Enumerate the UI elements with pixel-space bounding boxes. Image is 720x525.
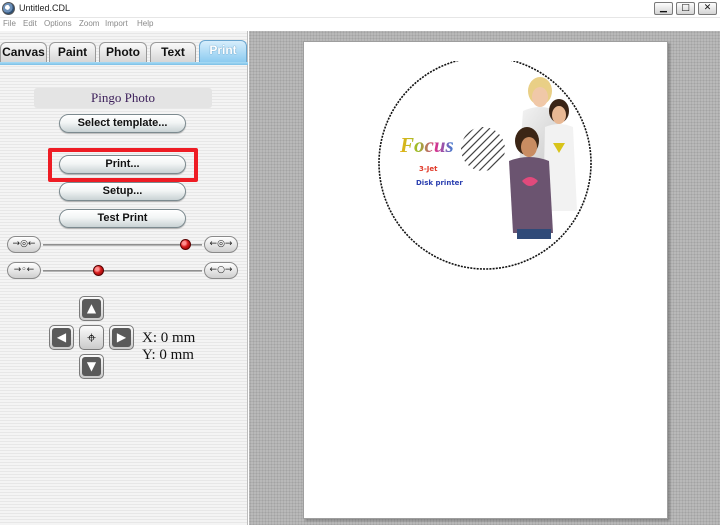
menu-edit[interactable]: Edit (23, 19, 37, 28)
maximize-button[interactable]: □ (676, 2, 695, 15)
tab-text[interactable]: Text (150, 42, 196, 62)
tab-paint[interactable]: Paint (49, 42, 96, 62)
arrow-left-icon[interactable]: ◀ (49, 325, 74, 350)
size-slider-track[interactable] (43, 244, 202, 246)
select-template-button[interactable]: Select template... (59, 114, 186, 133)
close-button[interactable]: ✕ (698, 2, 717, 15)
app-icon (2, 2, 15, 15)
y-coordinate: Y: 0 mm (142, 347, 194, 363)
menu-bar: File Edit Options Zoom Import Help (0, 18, 720, 31)
zoom-out-icon[interactable]: ←◎→ (204, 236, 238, 253)
tab-photo[interactable]: Photo (99, 42, 147, 62)
menu-zoom[interactable]: Zoom (79, 19, 99, 28)
arrow-right-icon[interactable]: ▶ (109, 325, 134, 350)
control-panel: Canvas Paint Photo Text Print Pingo Phot… (0, 31, 248, 525)
arrow-down-icon[interactable]: ▼ (79, 354, 104, 379)
disc-subtitle-1: 3-Jet (419, 165, 438, 173)
offset-slider-knob[interactable] (92, 265, 104, 276)
disc-brand-logo: Focus (400, 133, 454, 157)
menu-import[interactable]: Import (105, 19, 128, 28)
tab-strip-underline (0, 62, 248, 65)
minimize-button[interactable]: ▁ (654, 2, 673, 15)
menu-help[interactable]: Help (137, 19, 153, 28)
menu-file[interactable]: File (3, 19, 16, 28)
grow-icon[interactable]: ←○→ (204, 262, 238, 279)
offset-slider-track[interactable] (43, 270, 202, 272)
tab-canvas[interactable]: Canvas (0, 42, 47, 62)
arrow-up-icon[interactable]: ▲ (79, 296, 104, 321)
disc-subtitle-2: Disk printer (416, 179, 463, 187)
menu-options[interactable]: Options (44, 19, 72, 28)
title-bar: Untitled.CDL ▁ □ ✕ (0, 0, 720, 18)
test-print-button[interactable]: Test Print (59, 209, 186, 228)
size-slider-knob[interactable] (180, 239, 192, 250)
tab-print[interactable]: Print (199, 40, 247, 62)
crosshair-icon[interactable]: ⌖ (79, 325, 104, 350)
window-title: Untitled.CDL (19, 3, 71, 13)
template-name-label: Pingo Photo (34, 88, 212, 108)
zoom-in-icon[interactable]: →◎← (7, 236, 41, 253)
setup-button[interactable]: Setup... (59, 182, 186, 201)
x-coordinate: X: 0 mm (142, 330, 196, 346)
shrink-icon[interactable]: →◦← (7, 262, 41, 279)
print-button[interactable]: Print... (59, 155, 186, 174)
disc-preview[interactable] (377, 61, 593, 277)
